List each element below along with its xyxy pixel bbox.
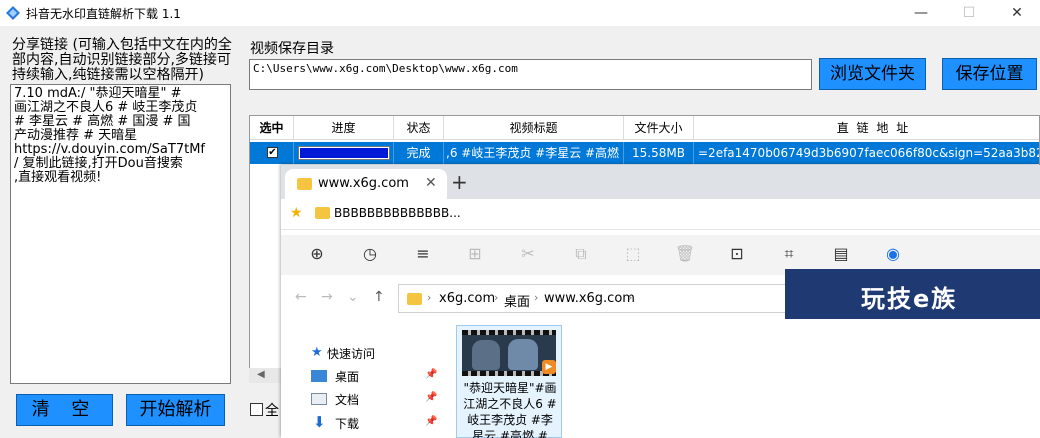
crop-icon[interactable]: ⌗: [777, 243, 801, 265]
select-all-checkbox[interactable]: 全: [250, 400, 279, 420]
thumbnail-figure: [472, 340, 500, 370]
header-title[interactable]: 视频标题: [444, 116, 624, 140]
title-bar: 抖音无水印直链解析下载 1.1 — ☐ ✕: [0, 0, 1040, 26]
share-link-textarea[interactable]: 7.10 mdA:/ "恭迎天暗星" # 画江湖之不良人6 # 岐王李茂贞 # …: [10, 84, 231, 384]
browser-window: www.x6g.com ✕ + ★ BBBBBBBBBBBBBB... ⊕ ◷ …: [281, 165, 1040, 438]
app-logo-icon: [6, 6, 20, 20]
file-name: "恭迎天暗星"#画 江湖之不良人6 # 岐王李茂贞 #李 星云 #高燃 #: [463, 381, 557, 438]
watermark-text: 玩技e族: [861, 285, 958, 313]
film-strip: [462, 330, 556, 335]
nav-item-documents[interactable]: 文档: [335, 391, 359, 408]
select-all-label: 全: [265, 403, 279, 419]
grid-icon[interactable]: ⊞: [463, 243, 487, 265]
separator-icon: ›: [628, 291, 633, 304]
header-url[interactable]: 直 链 地 址: [694, 116, 1039, 140]
video-thumbnail: ▶: [462, 330, 556, 376]
cell-select[interactable]: ✔: [250, 142, 294, 164]
tab-strip: www.x6g.com ✕ +: [281, 165, 1040, 199]
save-location-button[interactable]: 保存位置: [942, 58, 1037, 90]
document-icon[interactable]: ▤: [829, 243, 853, 265]
save-dir-input[interactable]: C:\Users\www.x6g.com\Desktop\www.x6g.com: [249, 59, 812, 90]
save-dir-label: 视频保存目录: [250, 41, 334, 57]
copy-icon[interactable]: ⧉: [569, 243, 593, 265]
download-arrow-icon: ⬇: [313, 413, 326, 431]
folder-icon: [407, 293, 422, 305]
address-bar[interactable]: › x6g.com › 桌面 › www.x6g.com ›: [398, 284, 790, 313]
bookmark-item[interactable]: BBBBBBBBBBBBBB...: [334, 206, 461, 220]
header-status[interactable]: 状态: [394, 116, 444, 140]
table-horizontal-scrollbar[interactable]: ◀: [249, 368, 281, 383]
new-item-icon[interactable]: ⊕: [305, 243, 329, 265]
quick-access-star-icon: ★: [311, 345, 323, 360]
progress-bar: [298, 146, 390, 160]
separator-icon: ›: [534, 291, 539, 304]
up-arrow-icon[interactable]: ↑: [373, 289, 385, 305]
pin-icon[interactable]: 📌: [425, 369, 437, 380]
clear-button[interactable]: 清 空: [16, 394, 113, 426]
star-icon[interactable]: ★: [290, 205, 303, 221]
table-header: 选中 进度 状态 视频标题 文件大小 直 链 地 址: [250, 116, 1039, 140]
start-parse-button[interactable]: 开始解析: [126, 394, 225, 426]
browse-folder-button[interactable]: 浏览文件夹: [819, 58, 926, 90]
header-select[interactable]: 选中: [250, 116, 294, 140]
nav-item-quick-access[interactable]: 快速访问: [327, 345, 375, 362]
cell-status: 完成: [394, 142, 444, 164]
window-title: 抖音无水印直链解析下载 1.1: [26, 7, 181, 21]
browser-tab[interactable]: www.x6g.com ✕: [285, 169, 447, 199]
scroll-left-arrow-icon[interactable]: ◀: [257, 369, 265, 380]
pin-icon[interactable]: 📌: [425, 416, 437, 427]
desktop-icon: [311, 370, 327, 382]
documents-icon: [311, 393, 327, 405]
header-progress[interactable]: 进度: [294, 116, 394, 140]
cell-size: 15.58MB: [624, 142, 694, 164]
back-arrow-icon[interactable]: ←: [295, 289, 307, 305]
forward-arrow-icon[interactable]: →: [321, 289, 333, 305]
breadcrumb-item[interactable]: 桌面: [504, 291, 530, 310]
maximize-button[interactable]: ☐: [946, 0, 992, 26]
separator-icon: ›: [494, 291, 499, 304]
separator-icon: ›: [427, 291, 432, 304]
recent-chevron-icon[interactable]: ⌄: [347, 289, 359, 305]
cell-progress: [294, 142, 394, 164]
nav-item-desktop[interactable]: 桌面: [335, 368, 359, 385]
row-checkbox[interactable]: ✔: [267, 147, 278, 158]
header-size[interactable]: 文件大小: [624, 116, 694, 140]
pin-icon[interactable]: 📌: [425, 392, 437, 403]
breadcrumb-item[interactable]: x6g.com: [439, 291, 495, 306]
rename-icon[interactable]: ⬚: [621, 243, 645, 265]
checkbox-box[interactable]: [250, 403, 263, 416]
cut-icon[interactable]: ✂: [516, 243, 540, 265]
folder-icon: [297, 178, 312, 190]
bookmark-folder-icon: [315, 207, 330, 219]
minimize-button[interactable]: —: [898, 0, 944, 26]
cell-url: =2efa1470b06749d3b6907faec066f80c&sign=5…: [698, 146, 1040, 160]
delete-icon[interactable]: 🗑: [673, 243, 697, 265]
new-tab-icon[interactable]: +: [451, 170, 468, 194]
sync-icon[interactable]: ◉: [881, 243, 905, 265]
bookmarks-bar: ★ BBBBBBBBBBBBBB...: [281, 199, 1040, 230]
share-link-label: 分享链接 (可输入包括中文在内的全部内容,自动识别链接部分,多链接可持续输入,纯…: [12, 37, 232, 83]
cell-title: ,6 #岐王李茂贞 #李星云 #高燃 #: [444, 142, 624, 164]
view-menu-icon[interactable]: ≡: [411, 243, 435, 265]
play-icon: ▶: [542, 360, 556, 374]
close-button[interactable]: ✕: [994, 0, 1040, 26]
navigation-pane: ★ 快速访问 桌面 📌 文档 📌 ⬇ 下载 📌: [281, 325, 451, 438]
progress-fill: [300, 148, 388, 158]
watermark-banner: 玩技e族: [785, 269, 1040, 319]
nav-item-downloads[interactable]: 下载: [335, 415, 359, 432]
tab-close-icon[interactable]: ✕: [425, 175, 437, 191]
tab-title: www.x6g.com: [318, 176, 409, 191]
table-row[interactable]: ✔ 完成 ,6 #岐王李茂贞 #李星云 #高燃 # 15.58MB =2efa1…: [250, 142, 1040, 164]
thumbnail-figure: [508, 339, 538, 370]
history-icon[interactable]: ◷: [358, 243, 382, 265]
video-file-tile[interactable]: ▶ "恭迎天暗星"#画 江湖之不良人6 # 岐王李茂贞 #李 星云 #高燃 #: [456, 325, 562, 438]
share-icon[interactable]: ⊡: [725, 243, 749, 265]
breadcrumb-item[interactable]: www.x6g.com: [544, 291, 635, 306]
